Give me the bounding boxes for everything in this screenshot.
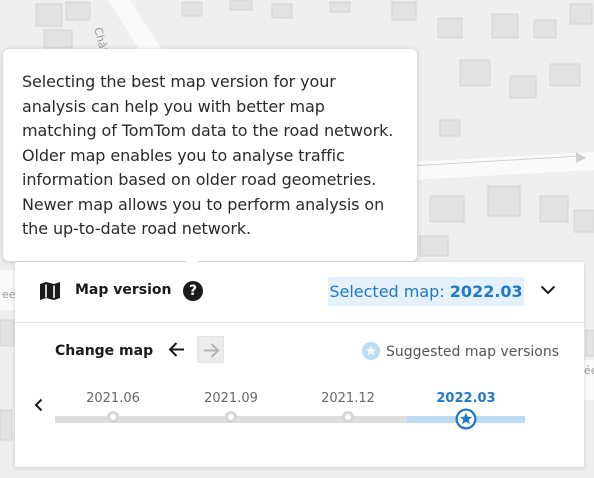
map-version-tooltip: Selecting the best map version for your … xyxy=(3,49,417,261)
selected-map-badge: Selected map: 2022.03 xyxy=(328,277,524,306)
selected-map-value: 2022.03 xyxy=(449,282,523,301)
suggested-versions-label: Suggested map versions xyxy=(386,344,560,360)
change-map-label: Change map xyxy=(55,343,154,359)
map-version-header[interactable]: Map version ? Selected map: 2022.03 xyxy=(15,262,584,323)
panel-title: Map version xyxy=(75,282,172,298)
timeline-label-2021-06[interactable]: 2021.06 xyxy=(73,391,153,406)
star-icon xyxy=(362,342,380,360)
timeline-label-2021-09[interactable]: 2021.09 xyxy=(191,391,271,406)
timeline-label-2022-03[interactable]: 2022.03 xyxy=(426,391,506,406)
timeline-point-2021-09[interactable] xyxy=(225,411,237,423)
help-icon[interactable]: ? xyxy=(183,281,203,301)
chevron-left-icon[interactable] xyxy=(34,398,44,412)
next-map-button[interactable] xyxy=(197,336,224,363)
arrow-left-icon xyxy=(168,342,184,357)
timeline-point-2021-12[interactable] xyxy=(342,411,354,423)
selected-map-prefix: Selected map: xyxy=(329,282,450,301)
map-side-label-left: ee xyxy=(2,288,16,301)
tooltip-text: Selecting the best map version for your … xyxy=(22,72,394,238)
timeline-point-2021-06[interactable] xyxy=(107,411,119,423)
map-side-label-right: ée xyxy=(584,364,594,377)
map-icon xyxy=(40,282,60,300)
arrow-right-icon xyxy=(204,343,220,358)
timeline-point-2022-03-star-icon[interactable] xyxy=(455,408,477,430)
previous-map-button[interactable] xyxy=(163,336,190,363)
timeline-label-2021-12[interactable]: 2021.12 xyxy=(308,391,388,406)
chevron-down-icon[interactable] xyxy=(540,284,556,296)
map-version-panel: Map version ? Selected map: 2022.03 Chan… xyxy=(15,262,584,467)
